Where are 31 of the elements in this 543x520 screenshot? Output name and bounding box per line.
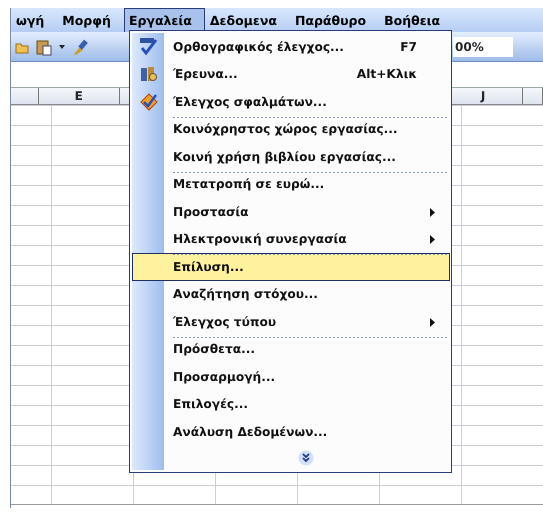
menu-bar-item[interactable]: Εργαλεία <box>124 8 205 32</box>
menu-item[interactable]: Επιλογές... <box>132 390 450 418</box>
menu-item[interactable]: Ορθογραφικός έλεγχος... F7 <box>132 33 450 60</box>
menu-bar-item[interactable]: Παράθυρο <box>290 8 380 32</box>
spelling-check-icon <box>139 38 159 56</box>
menu-bar-item[interactable]: ωγή <box>11 8 58 32</box>
submenu-arrow-icon <box>430 318 435 327</box>
menu-bar-item[interactable]: Βοήθεια <box>379 8 454 32</box>
expand-chevron-icon[interactable] <box>298 450 314 466</box>
menu-item[interactable]: Κοινή χρήση βιβλίου εργασίας... <box>132 143 450 170</box>
menu-item[interactable]: Έλεγχος τύπου <box>132 308 450 336</box>
shortcut-text: Alt+Κλικ <box>356 66 418 84</box>
clipboard-icon[interactable] <box>35 38 53 56</box>
menu-bar-item[interactable]: Δεδομενα <box>204 8 290 32</box>
error-check-icon <box>140 92 158 111</box>
submenu-arrow-icon <box>430 235 435 244</box>
column-header[interactable]: E <box>38 88 120 104</box>
dropdown-arrow-icon[interactable] <box>59 44 65 48</box>
menu-item[interactable]: Προστασία <box>132 198 450 226</box>
menu-item[interactable]: Επίλυση... <box>132 253 450 280</box>
books-icon <box>140 65 158 84</box>
menu-item[interactable]: Προσαρμογή... <box>132 363 450 390</box>
menu-bar-item[interactable]: Μορφή <box>57 8 124 32</box>
menu-item[interactable]: Ανάλυση Δεδομένων... <box>132 418 450 446</box>
submenu-arrow-icon <box>430 208 435 217</box>
menu-item[interactable]: Ηλεκτρονική συνεργασία <box>132 226 450 253</box>
shortcut-text: F7 <box>400 38 418 56</box>
menu-item[interactable]: Έρευνα... Alt+Κλικ <box>132 60 450 88</box>
zoom-field[interactable]: 00% <box>453 36 513 56</box>
paintbrush-icon[interactable] <box>71 38 89 56</box>
menu-item[interactable]: Αναζήτηση στόχου... <box>132 280 450 308</box>
